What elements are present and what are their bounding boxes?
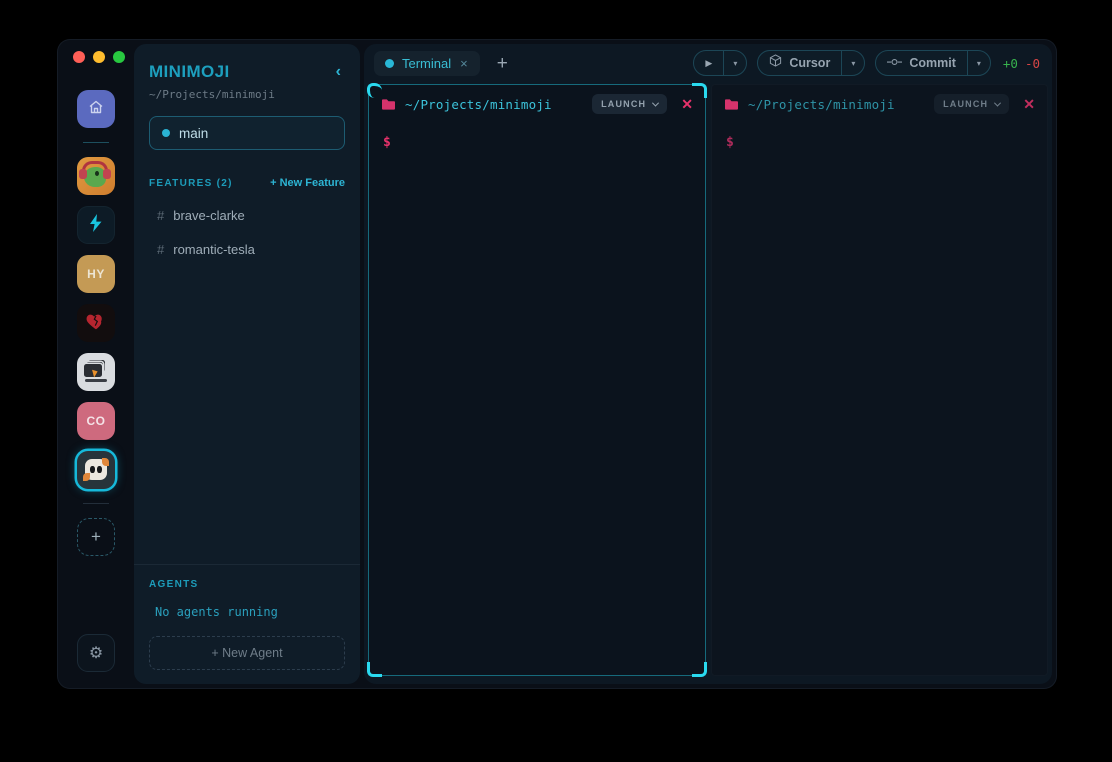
workspace-co-label: CO	[87, 414, 106, 428]
tab-bar: Terminal × + ▶ ▾	[364, 44, 1052, 82]
project-sidebar: MINIMOJI ‹ ~/Projects/minimoji main FEAT…	[134, 44, 360, 684]
main-panel: Terminal × + ▶ ▾	[364, 44, 1052, 684]
branch-status-dot	[162, 129, 170, 137]
launch-button[interactable]: LAUNCH	[934, 94, 1009, 114]
terminal-input-area[interactable]: $	[712, 120, 1047, 675]
features-section-label: FEATURES (2)	[149, 178, 233, 189]
terminal-panes: ~/Projects/minimoji LAUNCH ✕ $	[364, 82, 1052, 684]
broken-heart-icon	[85, 310, 107, 337]
diff-removed: -0	[1025, 56, 1040, 71]
home-icon	[87, 98, 105, 121]
commit-button-label: Commit	[909, 56, 956, 70]
workspace-hy-label: HY	[87, 267, 105, 281]
project-path: ~/Projects/minimoji	[149, 88, 345, 101]
feature-item-romantic-tesla[interactable]: # romantic-tesla	[149, 242, 345, 257]
feature-item-brave-clarke[interactable]: # brave-clarke	[149, 208, 345, 223]
agents-section: AGENTS No agents running + New Agent	[134, 564, 360, 670]
feature-name: romantic-tesla	[173, 242, 255, 257]
folder-icon	[381, 98, 396, 111]
pane-header: ~/Projects/minimoji LAUNCH ✕	[369, 85, 705, 120]
folder-icon	[724, 98, 739, 111]
shell-prompt: $	[726, 135, 734, 150]
close-tab-icon[interactable]: ×	[459, 56, 469, 71]
pane-path: ~/Projects/minimoji	[405, 97, 552, 112]
hash-icon: #	[157, 208, 164, 223]
launch-button-label: LAUNCH	[943, 99, 988, 109]
run-dropdown-icon[interactable]: ▾	[724, 59, 746, 68]
workspace-list: HY CO	[58, 90, 134, 688]
add-workspace-button[interactable]: +	[77, 518, 115, 556]
play-icon: ▶	[705, 58, 712, 69]
close-pane-icon[interactable]: ✕	[1023, 96, 1035, 113]
git-commit-icon	[887, 54, 902, 72]
commit-dropdown-icon[interactable]: ▾	[968, 59, 990, 68]
pane-header: ~/Projects/minimoji LAUNCH ✕	[712, 85, 1047, 120]
cursor-split-button[interactable]: Cursor ▾	[757, 50, 865, 76]
rail-divider	[83, 503, 109, 504]
launch-button[interactable]: LAUNCH	[592, 94, 667, 114]
workspace-dino-avatar[interactable]	[77, 157, 115, 195]
diff-added: +0	[1003, 56, 1018, 71]
agents-section-label: AGENTS	[149, 579, 345, 590]
workspace-bolt-avatar[interactable]	[77, 206, 115, 244]
home-button[interactable]	[77, 90, 115, 128]
workspace-rail: HY CO	[58, 40, 134, 688]
agents-status-text: No agents running	[149, 605, 345, 619]
project-title: MINIMOJI	[149, 62, 230, 82]
gear-icon: ⚙	[89, 643, 103, 663]
chevron-down-icon	[994, 99, 1001, 106]
workspace-hy-avatar[interactable]: HY	[77, 255, 115, 293]
tab-active-dot	[385, 59, 394, 68]
workspace-screens-avatar[interactable]	[77, 353, 115, 391]
commit-split-button[interactable]: Commit ▾	[875, 50, 991, 76]
lightning-bolt-icon	[86, 213, 106, 238]
run-split-button[interactable]: ▶ ▾	[693, 50, 747, 76]
rail-divider	[83, 142, 109, 143]
chevron-down-icon	[652, 99, 659, 106]
cursor-dropdown-icon[interactable]: ▾	[842, 59, 864, 68]
cursor-button-label: Cursor	[789, 56, 830, 70]
pane-path: ~/Projects/minimoji	[748, 97, 895, 112]
minimize-window-button[interactable]	[93, 51, 105, 63]
settings-button[interactable]: ⚙	[77, 634, 115, 672]
traffic-lights	[73, 51, 125, 63]
workspace-ghost-avatar-selected[interactable]	[77, 451, 115, 489]
diff-stats: +0 -0	[1003, 56, 1040, 71]
new-feature-button[interactable]: + New Feature	[270, 177, 345, 189]
feature-name: brave-clarke	[173, 208, 245, 223]
app-window: HY CO	[58, 40, 1056, 688]
close-pane-icon[interactable]: ✕	[681, 96, 693, 113]
terminal-pane-left: ~/Projects/minimoji LAUNCH ✕ $	[368, 84, 706, 676]
hash-icon: #	[157, 242, 164, 257]
add-tab-button[interactable]: +	[497, 54, 508, 73]
workspace-co-avatar[interactable]: CO	[77, 402, 115, 440]
branch-item-main[interactable]: main	[149, 116, 345, 150]
workspace-heart-avatar[interactable]	[77, 304, 115, 342]
new-agent-button[interactable]: + New Agent	[149, 636, 345, 670]
close-window-button[interactable]	[73, 51, 85, 63]
launch-button-label: LAUNCH	[601, 99, 646, 109]
plus-icon: +	[91, 527, 101, 547]
branch-name: main	[179, 126, 208, 141]
terminal-pane-right: ~/Projects/minimoji LAUNCH ✕ $	[711, 84, 1048, 676]
tab-label: Terminal	[402, 56, 451, 71]
collapse-sidebar-icon[interactable]: ‹	[332, 63, 345, 81]
cursor-app-icon	[769, 54, 782, 72]
zoom-window-button[interactable]	[113, 51, 125, 63]
tab-terminal[interactable]: Terminal ×	[374, 51, 480, 76]
terminal-input-area[interactable]: $	[369, 120, 705, 675]
shell-prompt: $	[383, 135, 391, 150]
